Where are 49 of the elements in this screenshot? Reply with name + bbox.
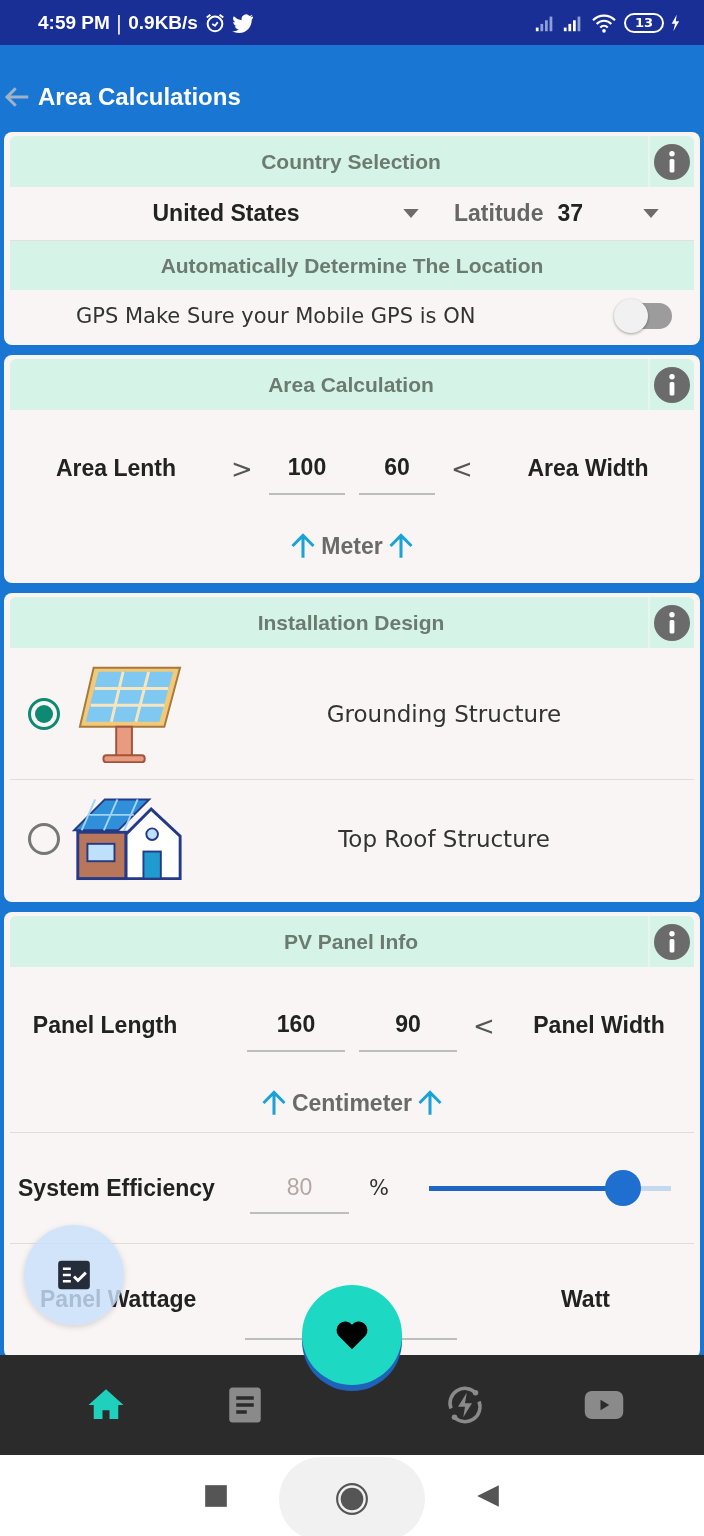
- country-dropdown[interactable]: United States: [10, 200, 420, 227]
- input-field[interactable]: 90: [359, 999, 457, 1052]
- watt-label: Watt: [560, 1285, 611, 1313]
- latitude-value: 37: [557, 200, 585, 227]
- bird-icon: [231, 11, 254, 34]
- section-header: Automatically Determine The Location: [10, 241, 694, 290]
- width-label: Area Width: [526, 455, 650, 482]
- alarm-icon: [203, 11, 226, 34]
- unit-label: Meter: [321, 532, 383, 560]
- chevron-text: >: [230, 453, 254, 484]
- info-icon[interactable]: [654, 923, 690, 960]
- chevron-text: <: [450, 453, 474, 484]
- input-field[interactable]: 60: [359, 442, 435, 495]
- network-speed: 0.9KB/s: [128, 11, 198, 34]
- section-header: Area Calculation: [267, 371, 435, 398]
- radio-button[interactable]: [28, 697, 60, 730]
- efficiency-label: System Efficiency: [18, 1174, 216, 1202]
- width-label: Panel Width: [532, 1012, 666, 1039]
- efficiency-slider[interactable]: [429, 1168, 671, 1208]
- separator-text: |: [115, 11, 123, 34]
- battery-level: 13: [623, 12, 664, 33]
- section-header: Installation Design: [256, 609, 446, 636]
- percent-label: %: [368, 1176, 390, 1200]
- section-header: Country Selection: [260, 148, 442, 175]
- latitude-label: Latitude: [454, 200, 544, 227]
- home-circle-icon: [335, 1481, 369, 1516]
- unit-label: Centimeter: [291, 1089, 413, 1117]
- info-icon[interactable]: [654, 604, 690, 641]
- radio-button[interactable]: [28, 823, 60, 855]
- option-row[interactable]: Top Roof Structure: [10, 780, 694, 898]
- dropdown-caret-icon[interactable]: [402, 208, 420, 219]
- dropdown-caret-icon[interactable]: [642, 208, 660, 219]
- length-label: Panel Length: [31, 1012, 179, 1039]
- back-triangle-icon[interactable]: [475, 1482, 501, 1509]
- length-label: Area Lenth: [54, 455, 178, 482]
- option-label: Grounding Structure: [325, 700, 563, 727]
- input-field[interactable]: 160: [247, 999, 345, 1052]
- info-icon[interactable]: [654, 366, 690, 403]
- latitude-dropdown[interactable]: Latitude 37: [420, 200, 694, 227]
- screen-title: Area Calculations: [38, 82, 241, 111]
- info-icon[interactable]: [654, 143, 690, 180]
- section-header: PV Panel Info: [282, 928, 420, 955]
- option-row[interactable]: Grounding Structure: [10, 648, 694, 780]
- gps-label: GPS Make Sure your Mobile GPS is ON: [76, 303, 476, 328]
- chevron-text: <: [472, 1010, 496, 1041]
- recents-icon[interactable]: [203, 1482, 229, 1509]
- input-field[interactable]: 100: [269, 442, 345, 495]
- option-label: Top Roof Structure: [337, 826, 551, 852]
- clock-time: 4:59 PM: [38, 11, 110, 34]
